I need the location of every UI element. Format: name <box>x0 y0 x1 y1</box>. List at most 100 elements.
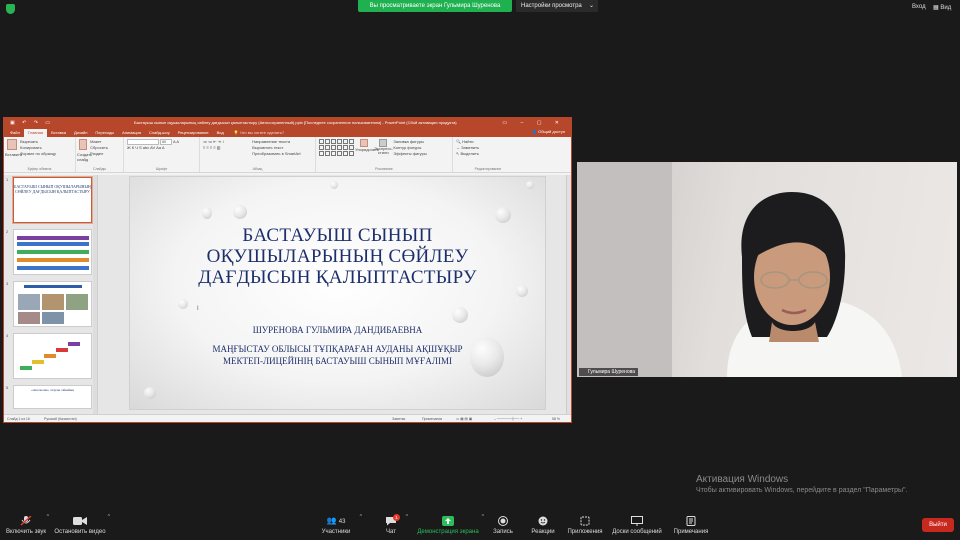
ppt-share-label: Общий доступ <box>538 129 565 134</box>
slide-subtitle: МАҢҒЫСТАУ ОБЛЫСЫ ТҰПҚАРАҒАН АУДАНЫ АҚШҰҚ… <box>130 343 545 367</box>
view-options-button[interactable]: Настройки просмотра ⌄ <box>516 0 598 12</box>
whiteboards-button[interactable]: Доски сообщений <box>612 516 662 535</box>
new-slide-button[interactable]: Создать слайд <box>77 152 95 162</box>
record-button[interactable]: Запись <box>490 516 516 535</box>
meeting-toolbar: ^ Включить звук ^ Остановить видео 👥 43 … <box>0 510 960 540</box>
muted-microphone-icon <box>20 516 32 526</box>
quick-access-icons[interactable]: ▣ ↶ ↷ ▭ <box>10 118 53 128</box>
video-camera-icon <box>73 517 87 525</box>
apps-label: Приложения <box>567 529 603 535</box>
notes-icon <box>686 516 696 526</box>
apps-button[interactable]: Приложения <box>567 516 603 535</box>
share-options-caret[interactable]: ^ <box>482 514 484 520</box>
slide-title-line: ДАҒДЫСЫН ҚАЛЫПТАСТЫРУ <box>198 267 477 288</box>
whiteboards-label: Доски сообщений <box>612 529 662 535</box>
thumb-number: 4 <box>6 333 9 338</box>
leave-meeting-button[interactable]: Выйти <box>922 518 954 532</box>
thumb-number: 3 <box>6 281 9 286</box>
format-painter-button[interactable]: Формат по образцу <box>20 151 56 157</box>
slide-thumbnail-1[interactable]: БАСТАУЫШ СЫНЫП ОҚУШЫЛАРЫНЫҢ СӨЙЛЕУ ДАҒДЫ… <box>13 177 92 223</box>
tell-me-search[interactable]: 💡 Что вы хотите сделать? <box>228 129 284 137</box>
screen-share-banner: Вы просматриваете экран Гульмира Шуренов… <box>358 0 512 12</box>
smartart-button[interactable]: Преобразовать в SmartArt <box>252 151 301 157</box>
stop-video-label: Остановить видео <box>54 529 106 535</box>
tab-slideshow[interactable]: Слайд-шоу <box>145 129 174 137</box>
security-shield-icon[interactable] <box>6 4 15 14</box>
tab-review[interactable]: Рецензирование <box>174 129 213 137</box>
share-screen-button[interactable]: ^ Демонстрация экрана <box>416 514 484 535</box>
align-buttons[interactable]: ≡ ≡ ≡ ≡ ▥ <box>203 145 251 151</box>
shape-effects-button[interactable]: Эффекты фигуры <box>393 151 426 157</box>
comments-button[interactable]: Примечания <box>422 415 442 422</box>
grid-icon: ▦ <box>933 5 939 11</box>
main-slide[interactable]: БАСТАУЫШ СЫНЫП ОҚУШЫЛАРЫНЫҢ СӨЙЛЕУ ДАҒДЫ… <box>129 176 546 410</box>
stop-video-button[interactable]: ^ Остановить видео <box>54 514 110 535</box>
tab-transitions[interactable]: Переходы <box>91 129 118 137</box>
ppt-ribbon-tabs: Файл Главная Вставка Дизайн Переходы Ани… <box>4 128 571 137</box>
font-style-buttons[interactable]: Ж К Ч S abc AV Aa A <box>127 145 196 151</box>
unmute-button[interactable]: ^ Включить звук <box>4 514 49 535</box>
enter-button[interactable]: Вход <box>912 4 926 10</box>
slide-thumbnails-pane: 1 БАСТАУЫШ СЫНЫП ОҚУШЫЛАРЫНЫҢ СӨЙЛЕУ ДАҒ… <box>4 175 98 414</box>
thumb-number: 1 <box>6 177 9 182</box>
slide-title: БАСТАУЫШ СЫНЫП ОҚУШЫЛАРЫНЫҢ СӨЙЛЕУ ДАҒДЫ… <box>130 225 545 288</box>
language-indicator: Русский (Казахстан) <box>44 417 77 421</box>
view-button[interactable]: ▦ Вид <box>933 4 951 11</box>
ribbon-group-paragraph: ≔ ≔ ⇤ ⇥ ↕ ≡ ≡ ≡ ≡ ▥ Направление текста В… <box>200 137 316 172</box>
reactions-button[interactable]: Реакции <box>529 516 557 535</box>
participant-video-frame <box>577 162 902 377</box>
participants-button[interactable]: 👥 43 ^ Участники <box>318 514 362 535</box>
slide-scrollbar[interactable] <box>566 175 571 414</box>
participants-icon: 👥 43 <box>326 516 346 525</box>
view-mode-icons[interactable]: ▭ ▦ ▤ ▣ <box>456 415 472 422</box>
apps-icon <box>580 516 590 526</box>
zoom-slider[interactable]: – ──────┼── + <box>494 415 522 422</box>
reactions-label: Реакции <box>531 529 555 535</box>
slide-thumbnail-3[interactable] <box>13 281 92 327</box>
thumb-number: 2 <box>6 229 9 234</box>
notes-button[interactable]: Примечания <box>672 516 710 535</box>
tab-insert[interactable]: Вставка <box>47 129 70 137</box>
ppt-status-bar: Слайд 1 из 16 Русский (Казахстан) Заметк… <box>4 414 571 422</box>
thumbnails-scrollbar[interactable] <box>93 175 97 414</box>
mic-options-caret[interactable]: ^ <box>47 514 49 520</box>
tab-animations[interactable]: Анимация <box>118 129 145 137</box>
tab-home[interactable]: Главная <box>23 129 48 137</box>
view-label: Вид <box>940 5 952 11</box>
grow-font-icon[interactable]: A A <box>173 139 179 144</box>
quick-styles-button[interactable]: Экспресс-стили <box>374 147 393 155</box>
chat-options-caret[interactable]: ^ <box>406 514 408 520</box>
notes-button[interactable]: Заметки <box>392 415 405 422</box>
shapes-gallery[interactable] <box>319 139 354 156</box>
thumb-5-title: «Апельсин» атаулы ойнайық <box>31 388 74 392</box>
chat-button[interactable]: 1 ^ Чат <box>380 514 408 535</box>
text-cursor-icon: I <box>197 306 199 312</box>
tab-design[interactable]: Дизайн <box>70 129 91 137</box>
chevron-down-icon: ⌄ <box>588 3 594 9</box>
paste-button[interactable]: Вставить <box>5 152 22 158</box>
new-slide-icon[interactable] <box>79 139 87 150</box>
paragraph-group-label: Абзац <box>252 167 263 171</box>
video-options-caret[interactable]: ^ <box>108 514 110 520</box>
thumb-1-title: БАСТАУЫШ СЫНЫП ОҚУШЫЛАРЫНЫҢ СӨЙЛЕУ ДАҒДЫ… <box>14 184 91 194</box>
tab-file[interactable]: Файл <box>6 129 24 137</box>
arrange-icon[interactable] <box>360 139 369 147</box>
slide-subtitle-line: МАҢҒЫСТАУ ОБЛЫСЫ ТҰПҚАРАҒАН АУДАНЫ АҚШҰҚ… <box>212 344 463 354</box>
select-button[interactable]: ↖ Выделить <box>456 151 520 157</box>
slide-author: ШУРЕНОВА ГУЛЬМИРА ДАНДИБАЕВНА <box>252 325 423 335</box>
slide-thumbnail-4[interactable] <box>13 333 92 379</box>
participants-options-caret[interactable]: ^ <box>360 514 362 520</box>
window-controls[interactable]: ▭ – ▢ ✕ <box>502 118 565 128</box>
slide-thumbnail-2[interactable] <box>13 229 92 275</box>
slide-thumbnail-5[interactable]: «Апельсин» атаулы ойнайық <box>13 385 92 409</box>
ribbon-group-font: 60 A A Ж К Ч S abc AV Aa A Шрифт <box>124 137 200 172</box>
replace-label: Заменить <box>461 145 480 150</box>
arrange-button[interactable]: Упорядочить <box>355 147 379 153</box>
participant-video-tile[interactable]: Гульмира Шуренова <box>577 162 957 377</box>
thumb-number: 5 <box>6 385 9 390</box>
paste-icon[interactable] <box>7 139 17 150</box>
tab-view[interactable]: Вид <box>213 129 228 137</box>
drawing-group-label: Рисование <box>375 167 393 171</box>
editing-group-label: Редактирование <box>474 167 502 171</box>
ppt-share-button[interactable]: 👤 Общий доступ <box>532 129 565 134</box>
